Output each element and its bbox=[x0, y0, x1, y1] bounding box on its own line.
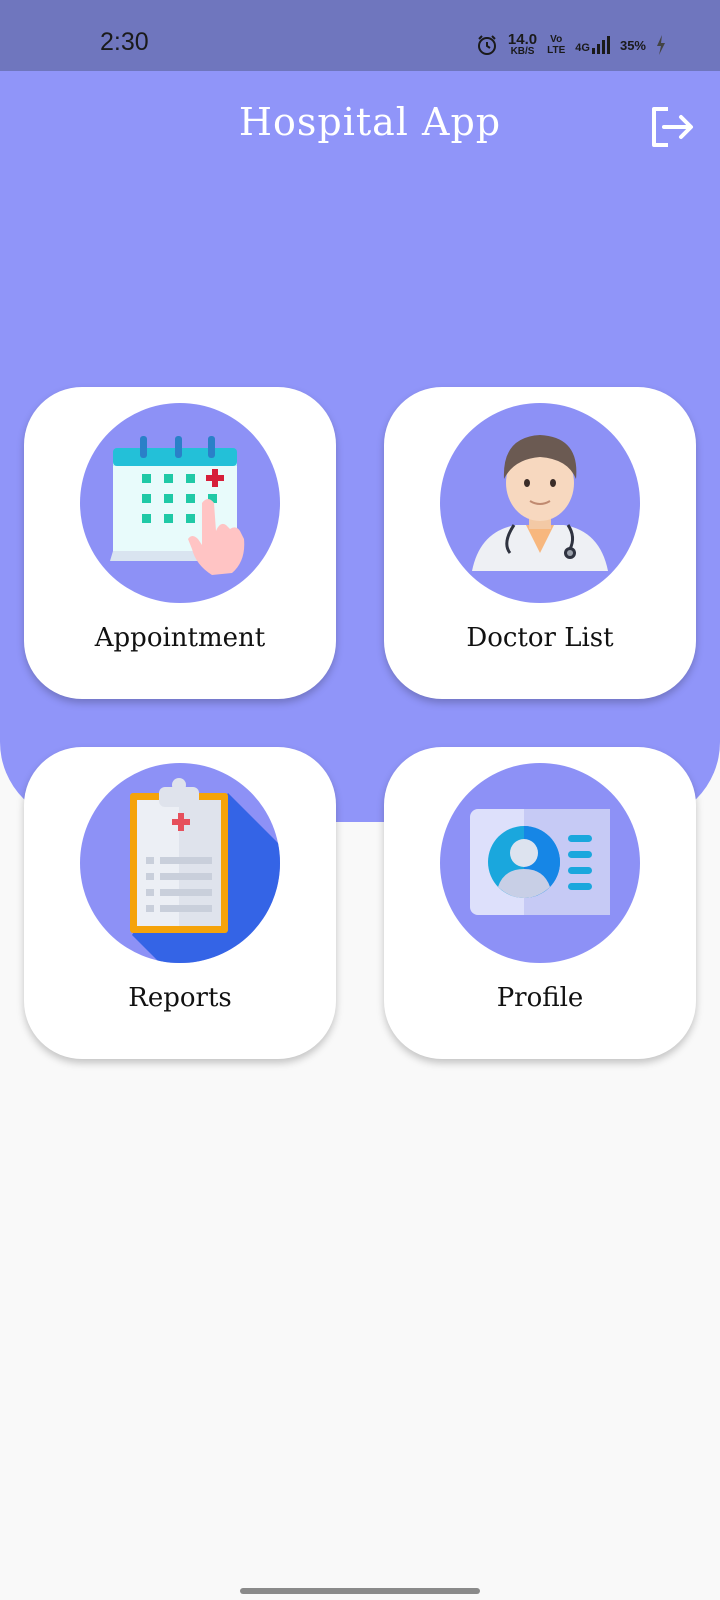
logout-icon[interactable] bbox=[650, 106, 694, 148]
doctor-icon-circle bbox=[440, 403, 640, 603]
reports-label: Reports bbox=[128, 983, 232, 1013]
appointment-label: Appointment bbox=[94, 623, 266, 653]
network-type: 4G bbox=[575, 42, 590, 54]
id-card-icon bbox=[470, 809, 610, 915]
signal-bars-icon bbox=[591, 36, 610, 54]
profile-card[interactable]: Profile bbox=[384, 747, 696, 1059]
doctor-icon bbox=[472, 435, 608, 571]
doctor-list-card[interactable]: Doctor List bbox=[384, 387, 696, 699]
status-bar: 2:30 14.0 KB/S Vo LTE 4G 35% bbox=[0, 0, 720, 71]
profile-label: Profile bbox=[496, 983, 584, 1013]
status-icons: 14.0 KB/S Vo LTE 4G 35% bbox=[476, 30, 666, 60]
clipboard-report-icon bbox=[130, 778, 280, 963]
battery-level: 35% bbox=[619, 37, 646, 53]
profile-icon-circle bbox=[440, 763, 640, 963]
appointment-card[interactable]: Appointment bbox=[24, 387, 336, 699]
signal-indicator: 4G bbox=[575, 36, 610, 54]
doctor-list-label: Doctor List bbox=[466, 623, 614, 653]
calendar-appointment-icon bbox=[110, 436, 245, 575]
reports-icon-circle bbox=[80, 763, 280, 963]
alarm-icon bbox=[477, 35, 496, 55]
appointment-icon-circle bbox=[80, 403, 280, 603]
volte-indicator: Vo LTE bbox=[547, 34, 566, 56]
charging-icon bbox=[657, 35, 665, 55]
reports-card[interactable]: Reports bbox=[24, 747, 336, 1059]
home-indicator[interactable] bbox=[240, 1588, 480, 1594]
network-speed: 14.0 KB/S bbox=[507, 31, 538, 57]
status-time: 2:30 bbox=[100, 28, 149, 56]
page-title: Hospital App bbox=[238, 100, 502, 144]
